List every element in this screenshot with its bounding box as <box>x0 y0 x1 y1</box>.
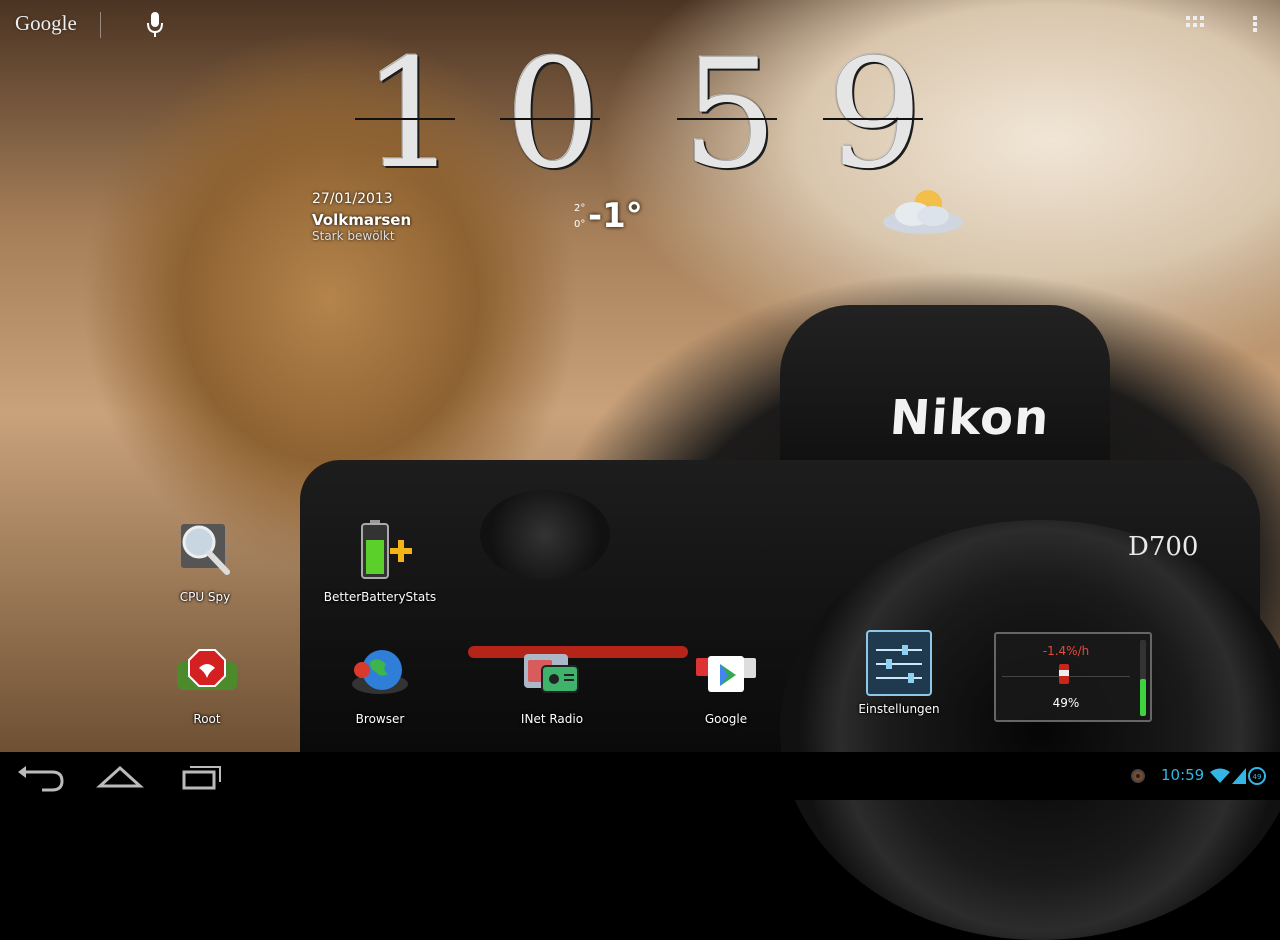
app-einstellungen[interactable]: Einstellungen <box>839 630 959 730</box>
signal-icon <box>1232 768 1246 784</box>
app-label: Google <box>704 712 748 726</box>
app-label: Root <box>193 712 221 726</box>
battery-stats-widget[interactable]: -1.4%/h 49% <box>994 632 1152 722</box>
weather-temperature: -1° <box>588 196 643 236</box>
back-icon[interactable] <box>12 760 72 792</box>
camera-lens <box>780 520 1280 940</box>
app-label: INet Radio <box>520 712 584 726</box>
app-cpu-spy[interactable]: CPU Spy <box>145 518 265 618</box>
flip-divider <box>500 118 600 120</box>
search-divider <box>100 12 101 38</box>
radio-icon <box>524 654 579 693</box>
wifi-icon <box>1210 768 1230 783</box>
google-search-button[interactable]: Google <box>15 11 77 36</box>
google-folder-icon <box>696 656 756 692</box>
camera-dial <box>480 490 610 580</box>
microphone-icon[interactable] <box>144 10 166 40</box>
battery-level-track <box>1140 640 1146 716</box>
flip-clock-widget[interactable]: 1 0 5 9 <box>355 40 925 190</box>
flip-divider <box>355 118 455 120</box>
notification-icon[interactable] <box>1130 768 1146 784</box>
app-betterbatterystats[interactable]: BetterBatteryStats <box>320 518 440 618</box>
app-browser[interactable]: Browser <box>320 640 440 740</box>
clock-digit-hour-ones: 0 <box>505 28 601 202</box>
weather-date: 27/01/2013 <box>312 191 393 207</box>
app-label: Einstellungen <box>858 702 940 716</box>
battery-drain-rate: -1.4%/h <box>1042 644 1090 658</box>
battery-plus-icon <box>361 520 412 579</box>
wallpaper-model: D700 <box>1128 532 1199 562</box>
home-icon[interactable] <box>90 760 150 792</box>
battery-level-fill <box>1140 678 1146 716</box>
weather-high: 2° <box>574 203 586 214</box>
recent-apps-icon[interactable] <box>172 760 232 792</box>
battery-can-icon <box>1059 664 1069 684</box>
all-apps-icon[interactable] <box>1184 14 1208 34</box>
app-google-folder[interactable]: Google <box>666 640 786 740</box>
weather-city: Volkmarsen <box>312 211 412 229</box>
flip-divider <box>677 118 777 120</box>
app-label: CPU Spy <box>179 590 231 604</box>
app-root[interactable]: Root <box>147 640 267 740</box>
wallpaper-brand: Nikon <box>888 390 1052 446</box>
overflow-menu-icon[interactable] <box>1250 12 1260 36</box>
battery-badge-text: 49 <box>1253 773 1262 781</box>
weather-low: 0° <box>574 219 586 230</box>
cloudy-sun-icon[interactable] <box>878 182 968 242</box>
cpu-magnifier-icon <box>177 524 230 575</box>
weather-condition: Stark bewölkt <box>312 229 395 243</box>
app-label: Browser <box>355 712 405 726</box>
battery-percent: 49% <box>1052 696 1080 710</box>
flip-divider <box>823 118 923 120</box>
clock-digit-hour-tens: 1 <box>362 28 458 202</box>
clock-digit-minute-ones: 9 <box>827 28 923 202</box>
battery-status-icon: 49 <box>1248 767 1266 785</box>
system-nav-bar <box>0 752 1280 800</box>
app-inet-radio[interactable]: INet Radio <box>492 640 612 740</box>
root-stop-sign-icon <box>177 649 237 690</box>
settings-sliders-icon <box>866 630 932 696</box>
status-clock[interactable]: 10:59 <box>1161 766 1204 784</box>
globe-icon <box>352 650 408 694</box>
clock-digit-minute-tens: 5 <box>682 28 778 202</box>
app-label: BetterBatteryStats <box>323 590 437 604</box>
